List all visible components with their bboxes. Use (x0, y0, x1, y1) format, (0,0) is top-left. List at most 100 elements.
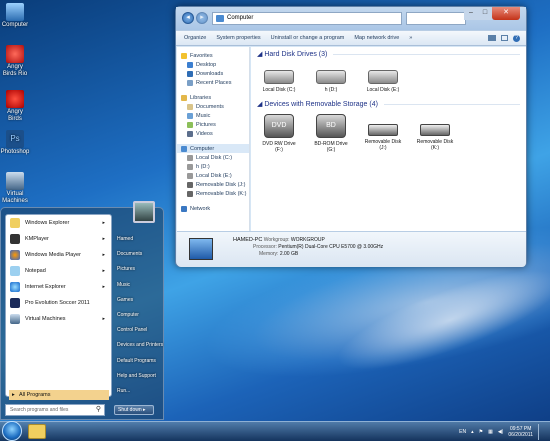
arrow-icon[interactable]: ▸ (143, 407, 146, 413)
show-desktop-button[interactable] (538, 424, 546, 440)
start-item-default-programs[interactable]: Default Programs (114, 354, 164, 369)
nav-network[interactable]: Network (177, 204, 249, 213)
program-pes-2011[interactable]: Pro Evolution Soccer 2011 (6, 295, 111, 311)
drive-item[interactable]: BD BD-ROM Drive (G:) (312, 114, 350, 153)
chevron-up-icon[interactable]: ▴ (471, 429, 474, 435)
desktop-icon-angry-birds[interactable]: Angry Birds (0, 90, 30, 123)
media-player-icon (10, 250, 20, 260)
nav-removable-k[interactable]: Removable Disk (K:) (177, 189, 249, 198)
drive-icon (187, 154, 193, 161)
view-icon[interactable] (488, 35, 496, 41)
nav-libraries[interactable]: Libraries (177, 93, 249, 102)
program-notepad[interactable]: Notepad ▸ (6, 263, 111, 279)
start-button[interactable] (2, 421, 22, 441)
removable-drive-icon (187, 190, 193, 197)
virtual-machines-icon (6, 172, 24, 190)
drive-item[interactable]: Removable Disk (J:) (364, 114, 402, 153)
start-search-input[interactable]: Search programs and files ⚲ (5, 404, 105, 416)
photoshop-icon: Ps (6, 130, 24, 148)
nav-downloads[interactable]: Downloads (177, 69, 249, 78)
clock[interactable]: 09:57 PM 06/20/2011 (508, 426, 533, 438)
removable-group-header[interactable]: ◢ Devices with Removable Storage (4) (251, 97, 526, 108)
maximize-button[interactable]: □ (478, 7, 492, 20)
address-bar[interactable]: Computer (212, 12, 402, 25)
forward-button[interactable]: ▸ (196, 12, 208, 24)
more-commands-button[interactable]: » (409, 35, 412, 41)
hdd-group-header[interactable]: ◢ Hard Disk Drives (3) (251, 47, 526, 58)
drive-item[interactable]: Local Disk (E:) (364, 66, 402, 93)
desktop-icon-computer[interactable]: Computer (0, 3, 30, 29)
uninstall-program-button[interactable]: Uninstall or change a program (271, 35, 345, 41)
language-indicator[interactable]: EN (459, 429, 466, 435)
taskbar: EN ▴ ⚑ ▦ ◀) 09:57 PM 06/20/2011 (0, 421, 550, 441)
shutdown-button[interactable]: Shut down ▸ (114, 405, 154, 415)
drive-item[interactable]: Local Disk (C:) (260, 66, 298, 93)
details-text: HAMED-PC Workgroup: WORKGROUP Processor:… (233, 237, 384, 257)
search-input[interactable] (406, 12, 466, 25)
program-internet-explorer[interactable]: Internet Explorer ▸ (6, 279, 111, 295)
map-network-drive-button[interactable]: Map network drive (354, 35, 399, 41)
desktop-icon (187, 61, 193, 68)
start-item-devices-printers[interactable]: Devices and Printers (114, 338, 164, 353)
start-right-column: Hamed Documents Pictures Music Games Com… (114, 208, 164, 421)
videos-icon (187, 130, 193, 137)
network-icon[interactable]: ▦ (488, 429, 493, 435)
flag-icon[interactable]: ⚑ (479, 429, 483, 435)
submenu-arrow-icon: ▸ (102, 252, 105, 258)
desktop-icon-angry-birds-rio[interactable]: Angry Birds Rio (0, 45, 30, 78)
preview-pane-icon[interactable] (501, 35, 508, 41)
nav-local-disk-c[interactable]: Local Disk (C:) (177, 153, 249, 162)
program-kmplayer[interactable]: KMPlayer ▸ (6, 231, 111, 247)
desktop-icon-photoshop[interactable]: Ps Photoshop (0, 130, 30, 156)
explorer-window: ◂ ▸ Computer – □ ✕ Organize System prope… (175, 6, 527, 267)
notepad-icon (10, 266, 20, 276)
drive-item[interactable]: DVD DVD RW Drive (F:) (260, 114, 298, 153)
pictures-icon (187, 121, 193, 128)
nav-pictures[interactable]: Pictures (177, 120, 249, 129)
nav-favorites[interactable]: Favorites (177, 51, 249, 60)
start-item-control-panel[interactable]: Control Panel (114, 323, 164, 338)
drive-item[interactable]: Removable Disk (K:) (416, 114, 454, 153)
start-item-run[interactable]: Run... (114, 384, 164, 399)
start-item-user[interactable]: Hamed (114, 232, 164, 247)
start-item-computer[interactable]: Computer (114, 308, 164, 323)
nav-recent-places[interactable]: Recent Places (177, 78, 249, 87)
nav-local-disk-e[interactable]: Local Disk (E:) (177, 171, 249, 180)
removable-drive-icon (187, 181, 193, 188)
avatar (133, 201, 155, 223)
minimize-button[interactable]: – (464, 7, 478, 20)
nav-desktop[interactable]: Desktop (177, 60, 249, 69)
program-windows-media-player[interactable]: Windows Media Player ▸ (6, 247, 111, 263)
back-button[interactable]: ◂ (182, 12, 194, 24)
program-windows-explorer[interactable]: Windows Explorer ▸ (6, 215, 111, 231)
system-properties-button[interactable]: System properties (216, 35, 260, 41)
start-item-music[interactable]: Music (114, 278, 164, 293)
volume-icon[interactable]: ◀) (498, 429, 504, 435)
organize-button[interactable]: Organize (184, 35, 206, 41)
nav-music[interactable]: Music (177, 111, 249, 120)
all-programs-button[interactable]: All Programs (9, 390, 109, 400)
computer-icon (181, 145, 187, 152)
drive-item[interactable]: h (D:) (312, 66, 350, 93)
start-item-help-support[interactable]: Help and Support (114, 369, 164, 384)
submenu-arrow-icon: ▸ (102, 268, 105, 274)
start-item-documents[interactable]: Documents (114, 247, 164, 262)
desktop-icon-virtual-machines[interactable]: Virtual Machines (0, 172, 30, 205)
nav-videos[interactable]: Videos (177, 129, 249, 138)
close-button[interactable]: ✕ (492, 7, 520, 20)
help-icon[interactable]: ? (513, 34, 520, 42)
nav-drive-d[interactable]: h (D:) (177, 162, 249, 171)
submenu-arrow-icon: ▸ (102, 284, 105, 290)
start-item-pictures[interactable]: Pictures (114, 262, 164, 277)
nav-documents[interactable]: Documents (177, 102, 249, 111)
taskbar-explorer-button[interactable] (28, 424, 46, 439)
system-tray: EN ▴ ⚑ ▦ ◀) 09:57 PM 06/20/2011 (459, 424, 546, 440)
start-item-games[interactable]: Games (114, 293, 164, 308)
nav-removable-j[interactable]: Removable Disk (J:) (177, 180, 249, 189)
network-icon (181, 205, 187, 212)
nav-computer[interactable]: Computer (177, 144, 249, 153)
program-virtual-machines[interactable]: Virtual Machines ▸ (6, 311, 111, 327)
removable-drive-icon (368, 124, 398, 136)
internet-explorer-icon (10, 282, 20, 292)
downloads-icon (187, 70, 193, 77)
